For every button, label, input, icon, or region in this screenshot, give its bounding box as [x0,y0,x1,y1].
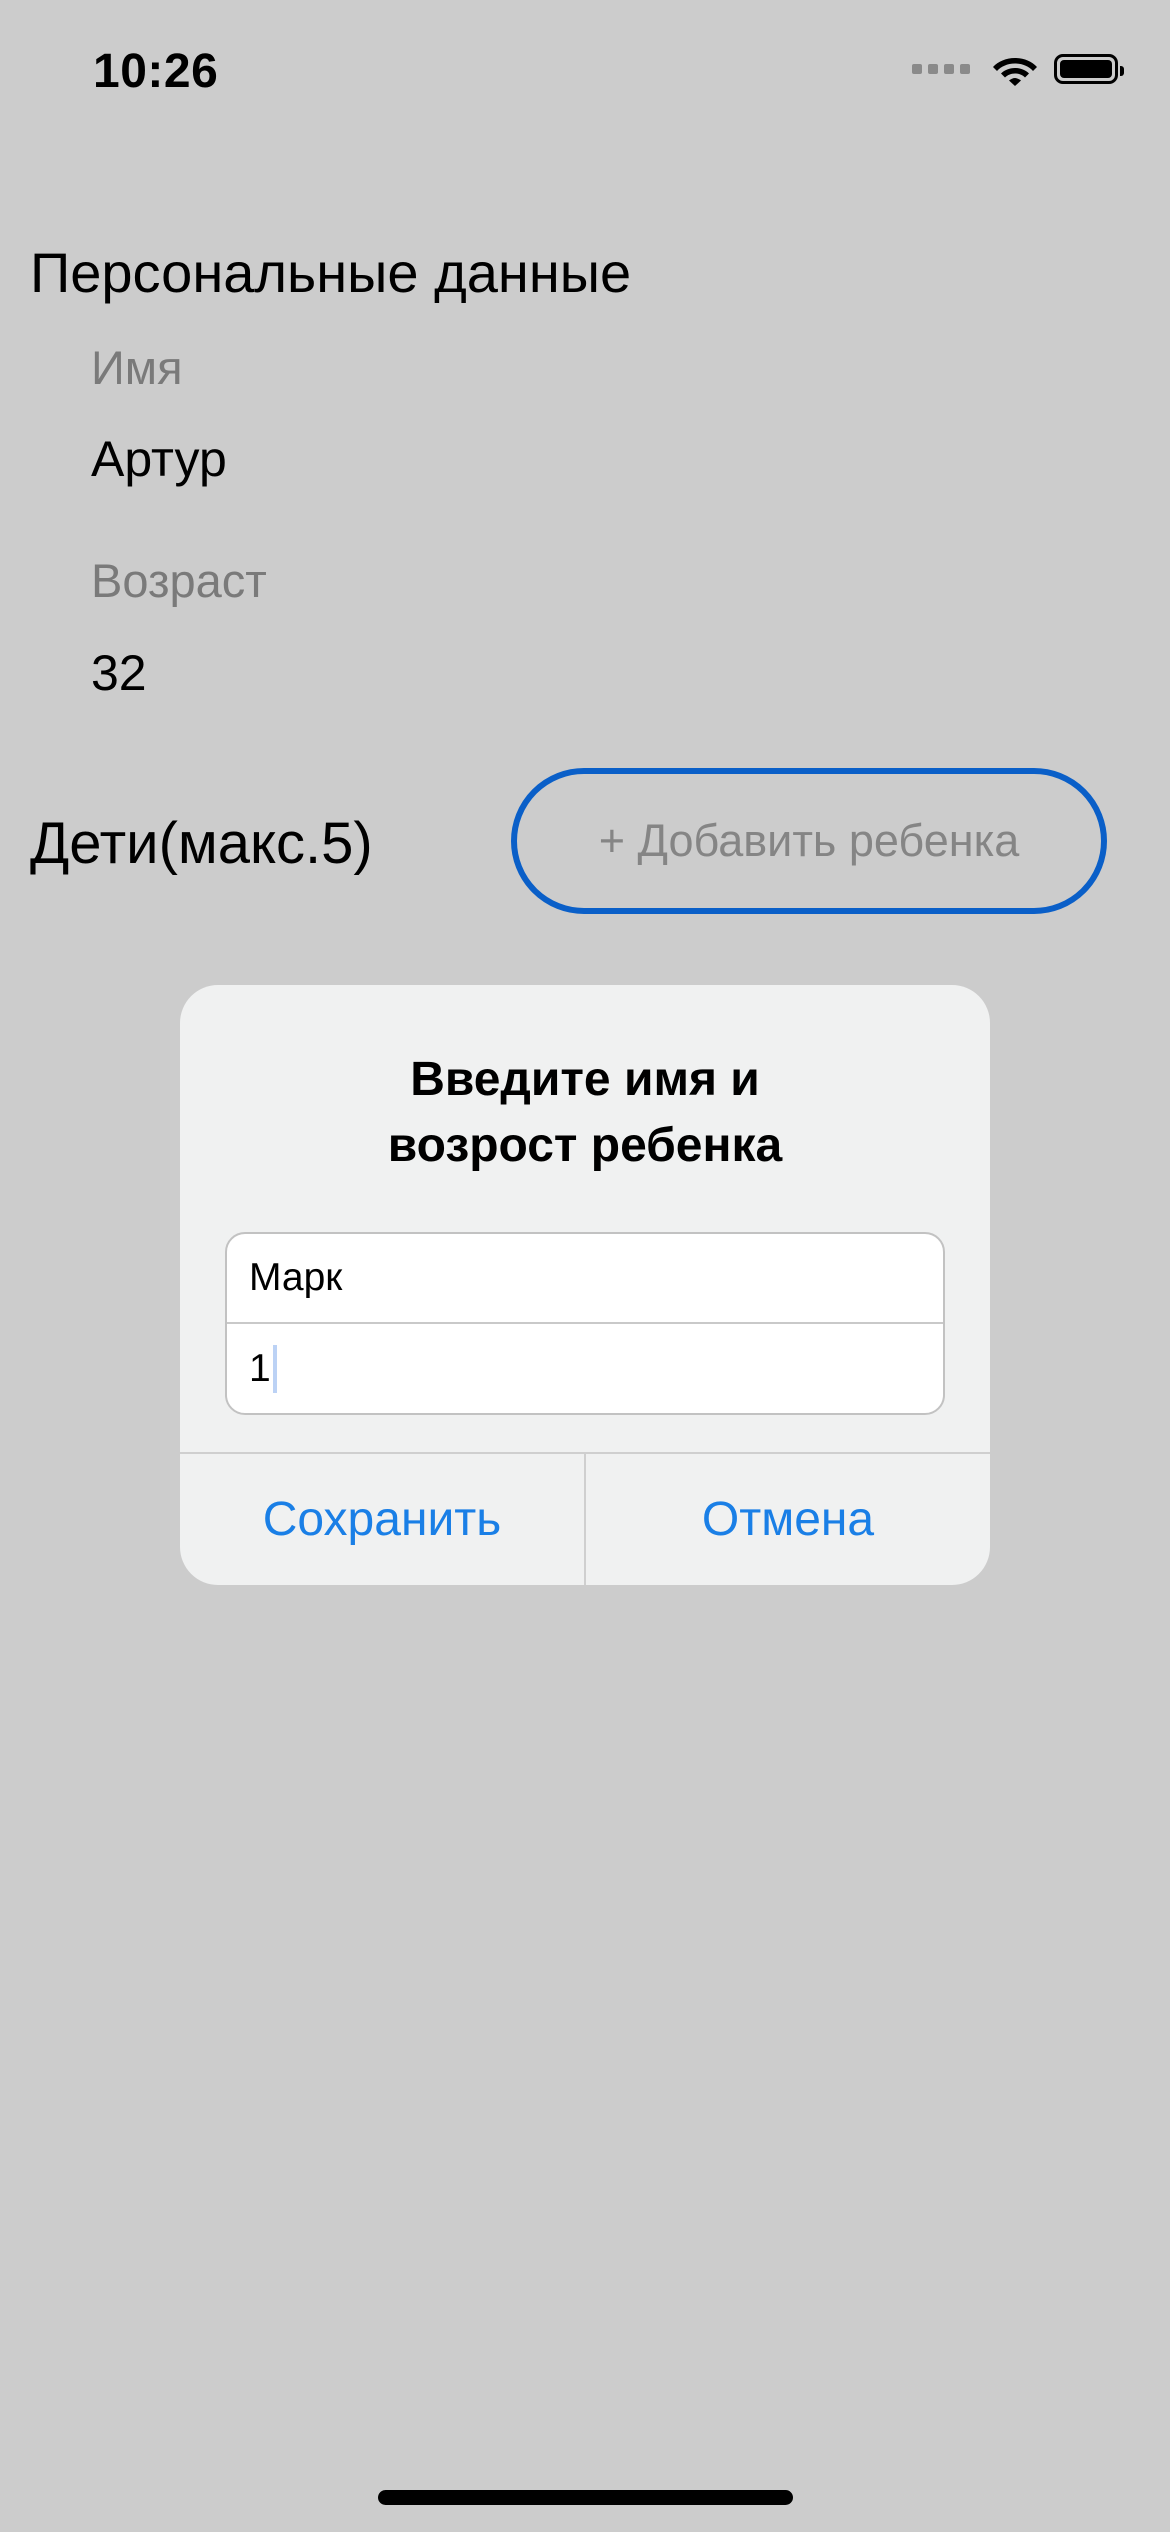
add-child-button-label: + Добавить ребенка [598,815,1020,866]
name-label: Имя [91,341,183,394]
age-label: Возраст [91,554,267,607]
add-child-button[interactable]: + Добавить ребенка [511,768,1107,914]
dialog-title: Введите имя и возрост ребенка [180,1047,990,1179]
add-child-dialog: Введите имя и возрост ребенка Марк 1 Сох… [180,985,990,1585]
status-icons [912,52,1124,86]
dialog-fields: Марк 1 [225,1232,945,1415]
save-button-label: Сохранить [262,1493,502,1546]
text-cursor [272,1345,277,1393]
age-value: 32 [91,645,147,701]
wifi-icon [993,58,1037,86]
name-value: Артур [91,431,227,487]
signal-icon [912,64,970,74]
cancel-button-label: Отмена [701,1493,875,1546]
status-time: 10:26 [93,45,219,98]
section-title-personal: Персональные данные [30,241,632,304]
section-title-children: Дети(макс.5) [30,811,373,876]
dialog-title-line1: Введите имя и [410,1053,760,1106]
save-button[interactable]: Сохранить [180,1454,584,1585]
child-age-field[interactable]: 1 [227,1324,943,1413]
dialog-title-line2: возрост ребенка [387,1119,783,1172]
child-name-value: Марк [249,1256,343,1299]
child-name-field[interactable]: Марк [227,1234,943,1324]
home-indicator[interactable] [378,2490,793,2505]
cancel-button[interactable]: Отмена [586,1454,990,1585]
battery-icon [1054,54,1124,84]
child-age-value: 1 [249,1347,271,1390]
